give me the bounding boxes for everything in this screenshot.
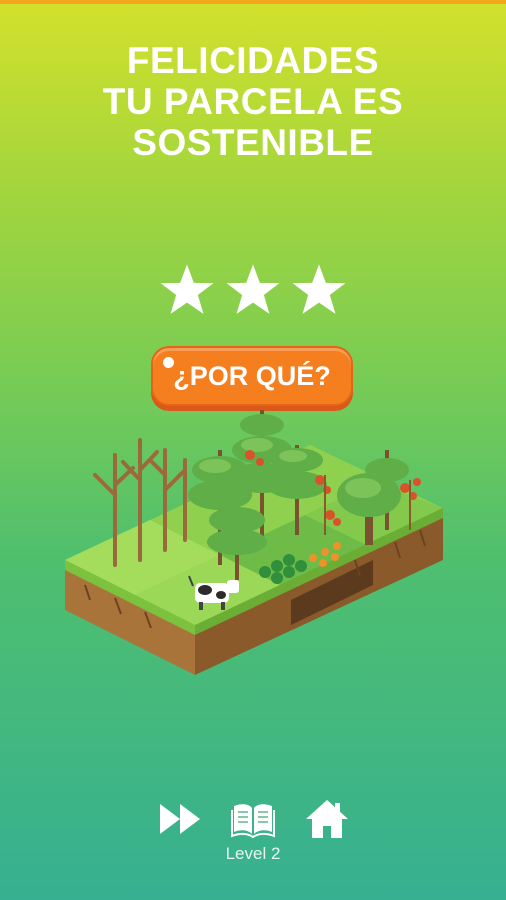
bottom-controls bbox=[158, 798, 350, 840]
star-rating bbox=[158, 262, 348, 324]
why-button[interactable]: ¿POR QUÉ? bbox=[151, 346, 353, 406]
game-screen: FELICIDADES TU PARCELA ES SOSTENIBLE ¿PO… bbox=[0, 0, 506, 900]
title-line-1: FELICIDADES bbox=[126, 40, 380, 81]
star-icon bbox=[292, 264, 346, 314]
button-shine bbox=[163, 357, 174, 368]
title-line-3: SOSTENIBLE bbox=[132, 122, 374, 163]
title-line-2: TU PARCELA ES bbox=[102, 81, 404, 122]
farm-plot-illustration bbox=[65, 410, 443, 675]
level-label: Level 2 bbox=[225, 844, 281, 863]
home-icon[interactable] bbox=[304, 798, 350, 840]
fast-forward-icon[interactable] bbox=[158, 798, 204, 840]
congrats-title: FELICIDADES TU PARCELA ES SOSTENIBLE bbox=[0, 40, 506, 163]
top-accent-bar bbox=[0, 0, 506, 4]
star-icon bbox=[226, 264, 280, 314]
why-button-label: ¿POR QUÉ? bbox=[173, 360, 331, 391]
star-icon bbox=[160, 264, 214, 314]
open-book-icon[interactable] bbox=[230, 798, 276, 840]
